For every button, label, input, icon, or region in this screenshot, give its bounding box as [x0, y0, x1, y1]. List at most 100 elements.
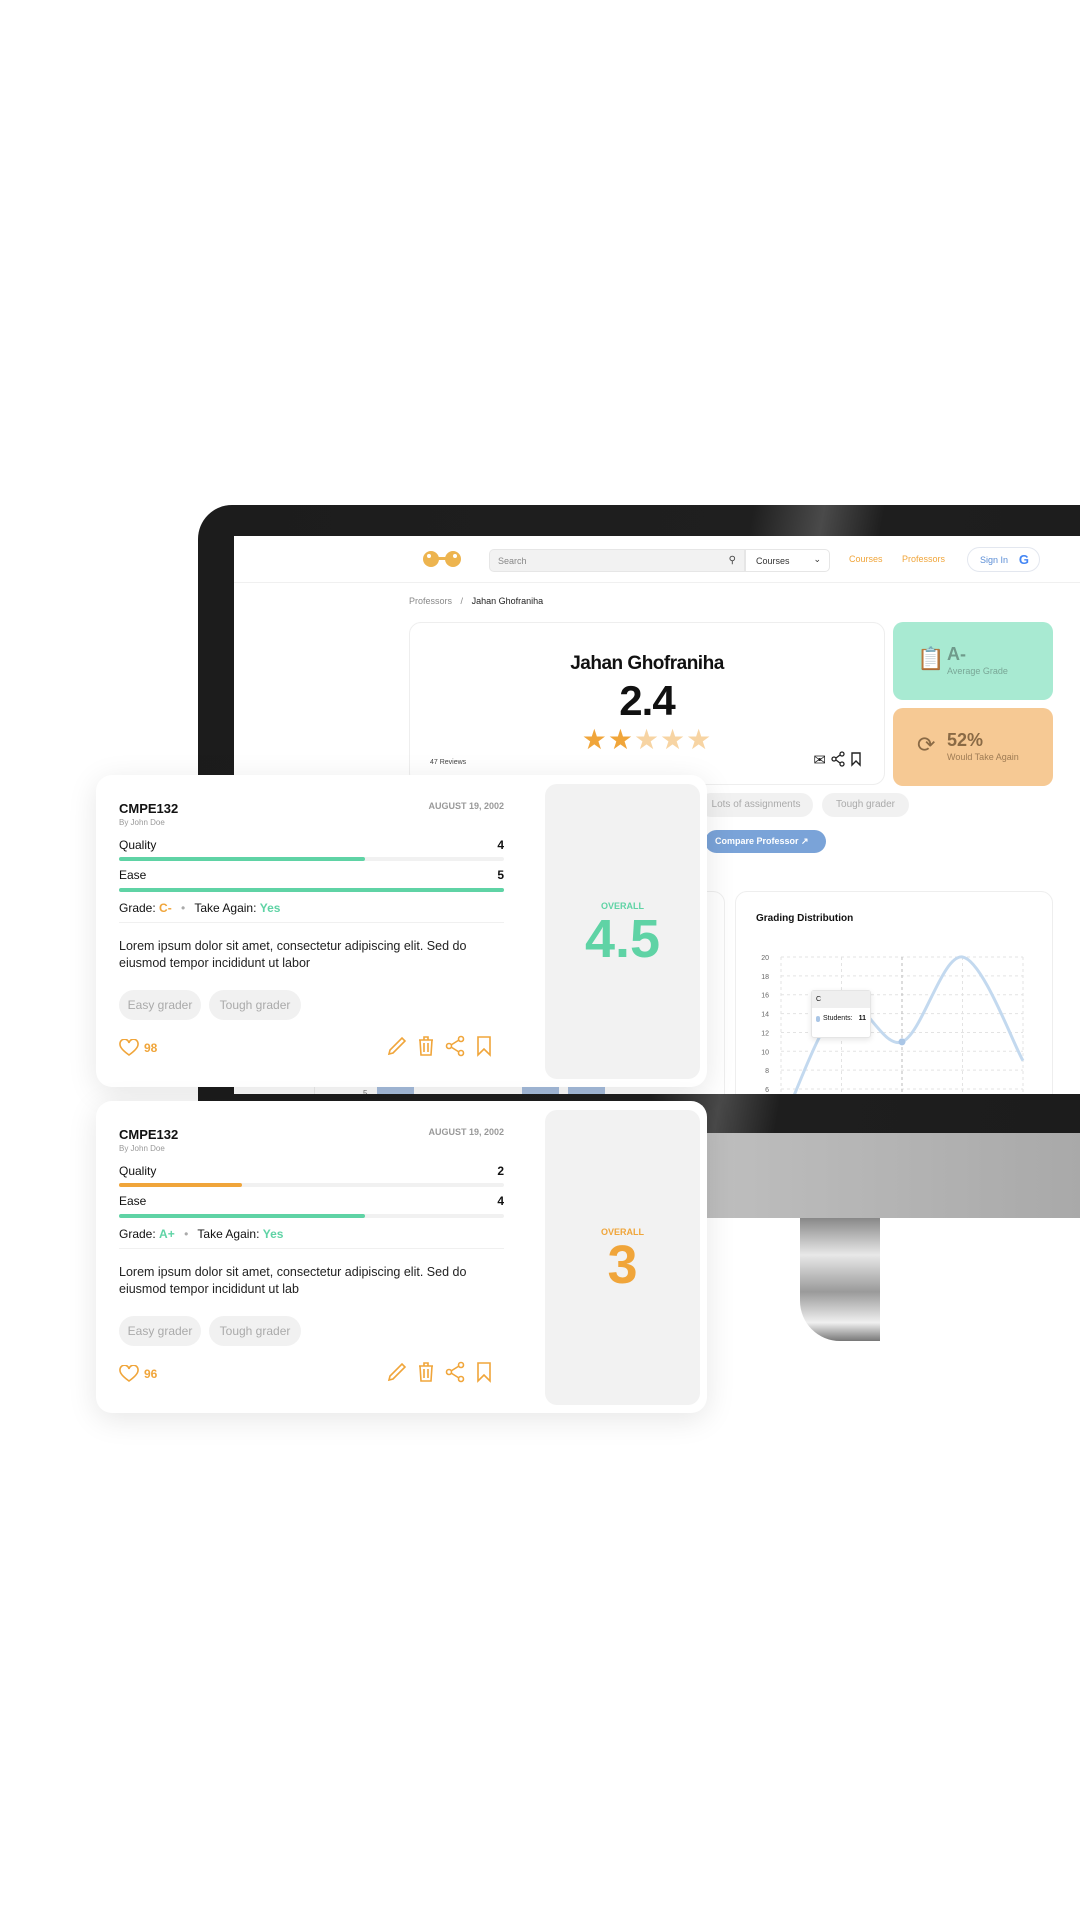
review-author: By John Doe: [119, 818, 165, 827]
review-card: CMPE132 By John Doe AUGUST 19, 2002 Qual…: [96, 775, 707, 1087]
y-tick-label: 14: [761, 1012, 769, 1019]
grading-distribution-card: Grading Distribution 02468101214161820 C…: [735, 891, 1053, 1094]
sign-in-label: Sign In: [980, 555, 1009, 565]
search-input[interactable]: Search ⚲: [489, 549, 745, 572]
take-again-label: Would Take Again: [947, 752, 1019, 762]
quality-bar-fill: [119, 1183, 243, 1187]
trash-icon[interactable]: [415, 1361, 437, 1383]
nav-professors[interactable]: Professors: [902, 554, 945, 564]
quality-value: 4: [497, 838, 504, 852]
y-tick-label: 8: [765, 1068, 769, 1075]
grading-distribution-chart: 02468101214161820: [761, 955, 1025, 1094]
ease-bar-fill: [119, 888, 504, 892]
grade-label: Grade:: [119, 901, 156, 915]
ease-label: Ease: [119, 868, 147, 882]
bookmark-icon[interactable]: [473, 1035, 495, 1057]
star-empty-icon: ★: [686, 724, 713, 755]
tag-easy-grader[interactable]: Easy grader: [119, 990, 201, 1020]
breadcrumb-current: Jahan Ghofraniha: [471, 596, 544, 606]
heart-icon: [119, 1365, 139, 1382]
quality-bar: [119, 1183, 504, 1187]
heart-icon: [119, 1039, 139, 1056]
dropdown-value: Courses: [756, 556, 790, 566]
y-tick-label: 18: [761, 974, 769, 981]
review-date: AUGUST 19, 2002: [428, 801, 504, 811]
like-count: 96: [144, 1367, 158, 1381]
edit-icon[interactable]: [386, 1361, 408, 1383]
take-again-value: 52%: [947, 730, 984, 750]
top-nav: Search ⚲ Courses ⌄ Courses Professors Sign…: [234, 536, 1080, 583]
take-again-value: Yes: [259, 901, 281, 915]
sign-in-button[interactable]: Sign In G: [967, 547, 1040, 572]
star-empty-icon: ★: [633, 724, 661, 755]
tag-tough-grader[interactable]: Tough grader: [209, 1316, 301, 1346]
breadcrumb-separator: /: [460, 596, 464, 606]
bar: [568, 1087, 605, 1094]
review-count: 47 Reviews: [430, 759, 467, 766]
tooltip-category: C: [812, 991, 870, 1008]
overall-score: 3: [607, 1235, 638, 1295]
dot-separator: •: [181, 901, 186, 915]
review-text: Lorem ipsum dolor sit amet, consectetur …: [119, 939, 467, 970]
compare-professor-button[interactable]: Compare Professor ↗: [705, 830, 826, 853]
tag-easy-grader[interactable]: Easy grader: [119, 1316, 201, 1346]
grade-value: A+: [159, 1227, 175, 1241]
grade-label: Grade:: [119, 1227, 156, 1241]
monitor-stand: [800, 1218, 880, 1341]
y-tick-label: 20: [761, 955, 769, 962]
grade-line: Grade: A+ • Take Again: Yes: [119, 1227, 283, 1241]
share-icon[interactable]: [444, 1035, 466, 1057]
star-filled-icon: ★: [581, 724, 608, 755]
divider: [119, 922, 504, 923]
quality-label: Quality: [119, 1164, 157, 1178]
quality-bar-fill: [119, 857, 366, 861]
average-grade-label: Average Grade: [947, 666, 1008, 676]
professor-card: Jahan Ghofraniha 2.4 ★★★★★ 47 Reviews ✉: [409, 622, 885, 785]
ease-value: 5: [497, 868, 504, 882]
take-again-label: Take Again:: [194, 901, 257, 915]
breadcrumb-professors[interactable]: Professors: [409, 596, 452, 606]
mail-icon[interactable]: ✉: [813, 751, 826, 769]
bar: [522, 1087, 559, 1094]
quality-value: 2: [497, 1164, 504, 1178]
refresh-icon: ⟳: [917, 732, 936, 757]
take-again-value: Yes: [262, 1227, 284, 1241]
ease-value: 4: [497, 1194, 504, 1208]
tag-tough-grader[interactable]: Tough grader: [822, 793, 909, 817]
external-link-icon: ↗: [801, 836, 809, 846]
overall-panel: OVERALL 3: [545, 1110, 700, 1405]
grade-line: Grade: C- • Take Again: Yes: [119, 901, 280, 915]
like-button[interactable]: 96: [119, 1365, 157, 1383]
tag-lots-of-assignments[interactable]: Lots of assignments: [699, 793, 813, 817]
average-grade-card: 📋 A- Average Grade: [893, 622, 1053, 700]
share-icon[interactable]: [830, 751, 846, 767]
review-course: CMPE132: [119, 1127, 179, 1142]
review-author: By John Doe: [119, 1144, 165, 1153]
edit-icon[interactable]: [386, 1035, 408, 1057]
review-date: AUGUST 19, 2002: [428, 1127, 504, 1137]
y-tick-label: 10: [761, 1049, 769, 1056]
bookmark-icon[interactable]: [850, 751, 862, 767]
ease-bar: [119, 888, 504, 892]
nav-courses[interactable]: Courses: [849, 554, 883, 564]
star-filled-icon: ★: [607, 724, 634, 755]
average-grade-value: A-: [947, 644, 966, 664]
professor-name: Jahan Ghofraniha: [570, 653, 724, 674]
like-button[interactable]: 98: [119, 1039, 157, 1057]
ease-bar-fill: [119, 1214, 366, 1218]
review-card: CMPE132 By John Doe AUGUST 19, 2002 Qual…: [96, 1101, 707, 1413]
overall-score: 4.5: [584, 909, 661, 969]
share-icon[interactable]: [444, 1361, 466, 1383]
search-icon[interactable]: ⚲: [729, 555, 736, 566]
bookmark-icon[interactable]: [473, 1361, 495, 1383]
clipboard-icon: 📋: [917, 646, 945, 671]
trash-icon[interactable]: [415, 1035, 437, 1057]
category-dropdown[interactable]: Courses ⌄: [745, 549, 830, 572]
left-chart-tick: 5: [363, 1089, 368, 1094]
breadcrumb: Professors / Jahan Ghofraniha: [409, 596, 543, 606]
y-tick-label: 16: [761, 993, 769, 1000]
tag-tough-grader[interactable]: Tough grader: [209, 990, 301, 1020]
professor-rating: 2.4: [619, 677, 675, 724]
star-empty-icon: ★: [660, 724, 687, 755]
review-text: Lorem ipsum dolor sit amet, consectetur …: [119, 1265, 467, 1296]
